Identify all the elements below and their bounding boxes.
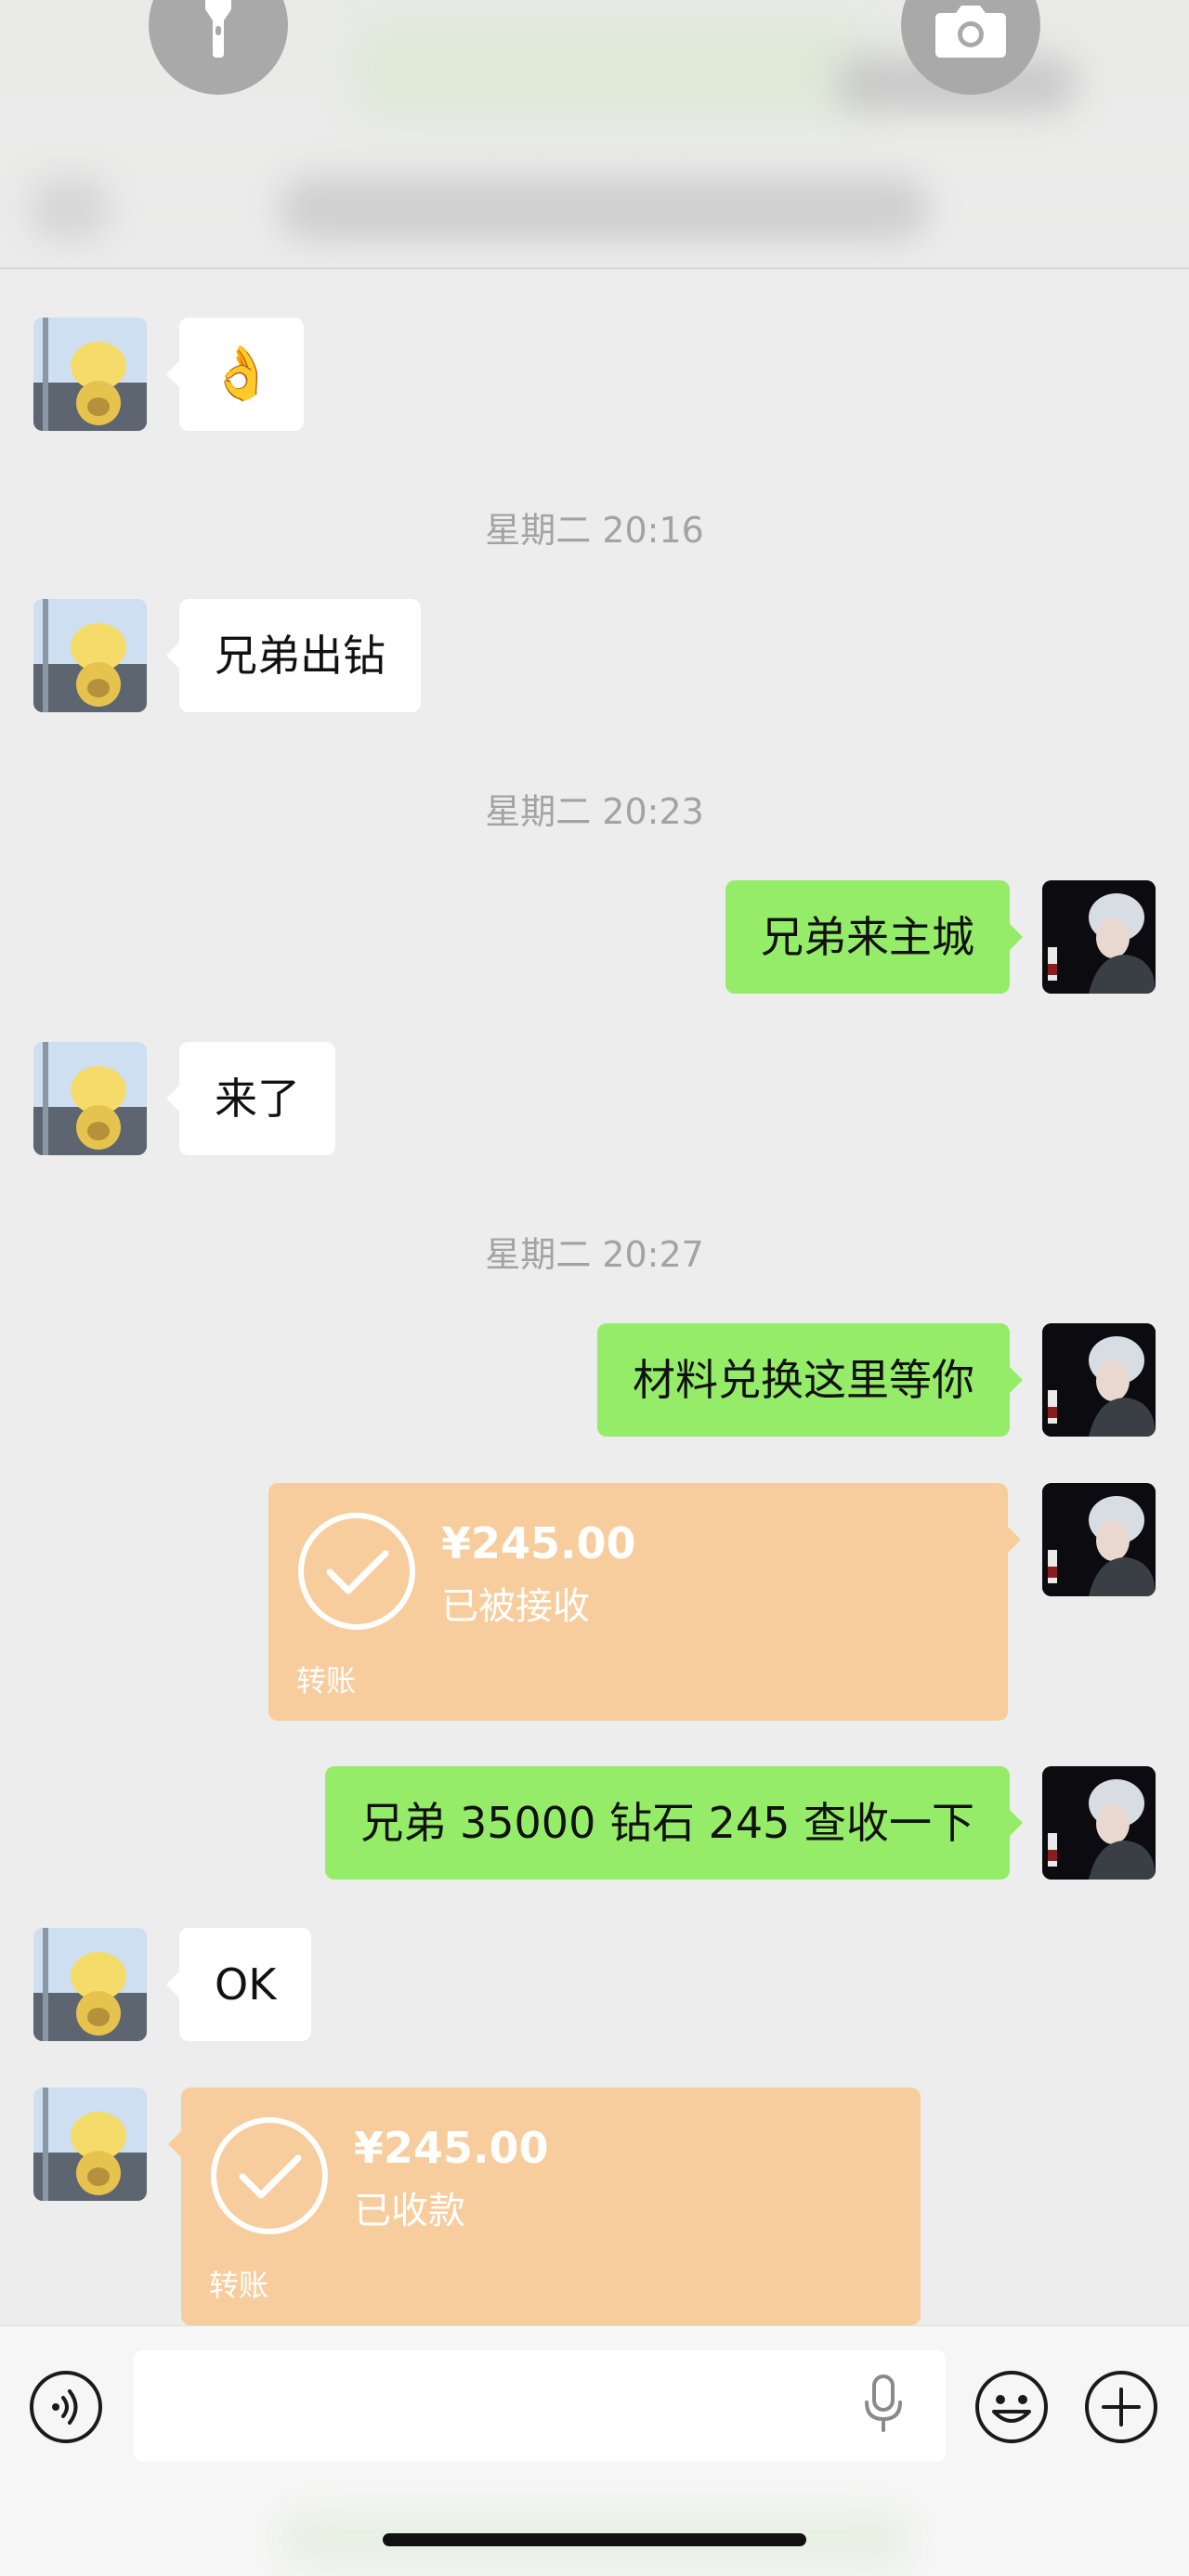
- chat-message-list[interactable]: 👌 星期二 20:16 兄弟出钻 星期二 20:23 兄弟来主城 来了 星期二 …: [0, 269, 1189, 2325]
- message-bubble-outgoing[interactable]: 兄弟 35000 钻石 245 查收一下: [325, 1766, 1023, 1880]
- transfer-status: 已收款: [354, 2190, 465, 2232]
- check-circle-icon: [211, 2117, 328, 2234]
- message-bubble-incoming[interactable]: 👌: [166, 318, 304, 431]
- flashlight-icon: [202, 0, 235, 58]
- message-timestamp: 星期二 20:23: [485, 791, 704, 832]
- my-avatar[interactable]: [1042, 1766, 1156, 1880]
- transfer-label: 转账: [296, 1663, 357, 1698]
- voice-button[interactable]: [28, 2369, 104, 2445]
- plus-button[interactable]: [1083, 2369, 1159, 2445]
- home-indicator: [383, 2533, 806, 2546]
- transfer-card-outgoing[interactable]: ¥245.00 已被接收 转账: [268, 1483, 1021, 1721]
- friend-avatar[interactable]: [33, 1042, 147, 1155]
- friend-avatar[interactable]: [33, 1928, 147, 2041]
- friend-avatar[interactable]: [33, 599, 147, 712]
- ok-hand-emoji: 👌: [209, 344, 274, 404]
- microphone-button[interactable]: [862, 2374, 905, 2438]
- transfer-amount: ¥245.00: [441, 1518, 636, 1568]
- blurred-banner: [353, 19, 873, 121]
- top-overlay: [0, 0, 1189, 269]
- transfer-card-incoming[interactable]: ¥245.00 已收款 转账: [168, 2088, 921, 2325]
- camera-icon: [935, 4, 1006, 58]
- check-circle-icon: [298, 1513, 415, 1630]
- flashlight-button[interactable]: [149, 0, 288, 95]
- message-bubble-incoming[interactable]: 来了: [166, 1042, 335, 1155]
- emoji-button[interactable]: [973, 2369, 1050, 2445]
- my-avatar[interactable]: [1042, 1483, 1156, 1596]
- microphone-icon: [865, 2374, 902, 2432]
- blurred-search: [279, 176, 929, 241]
- voice-icon: [30, 2371, 102, 2443]
- message-bubble-incoming[interactable]: 兄弟出钻: [166, 599, 421, 712]
- message-input[interactable]: [134, 2350, 946, 2462]
- friend-avatar[interactable]: [33, 2088, 147, 2201]
- message-bubble-incoming[interactable]: OK: [165, 1928, 312, 2041]
- transfer-status: 已被接收: [441, 1585, 590, 1628]
- friend-avatar[interactable]: [33, 318, 147, 431]
- transfer-amount: ¥245.00: [354, 2123, 549, 2173]
- message-timestamp: 星期二 20:16: [485, 510, 704, 551]
- message-bubble-outgoing[interactable]: 材料兑换这里等你: [597, 1323, 1023, 1437]
- emoji-icon: [975, 2371, 1048, 2443]
- my-avatar[interactable]: [1042, 1323, 1156, 1437]
- blurred-icon: [28, 176, 111, 241]
- message-bubble-outgoing[interactable]: 兄弟来主城: [725, 880, 1023, 994]
- transfer-label: 转账: [209, 2268, 269, 2303]
- my-avatar[interactable]: [1042, 880, 1156, 994]
- plus-icon: [1085, 2371, 1157, 2443]
- message-timestamp: 星期二 20:27: [485, 1234, 704, 1275]
